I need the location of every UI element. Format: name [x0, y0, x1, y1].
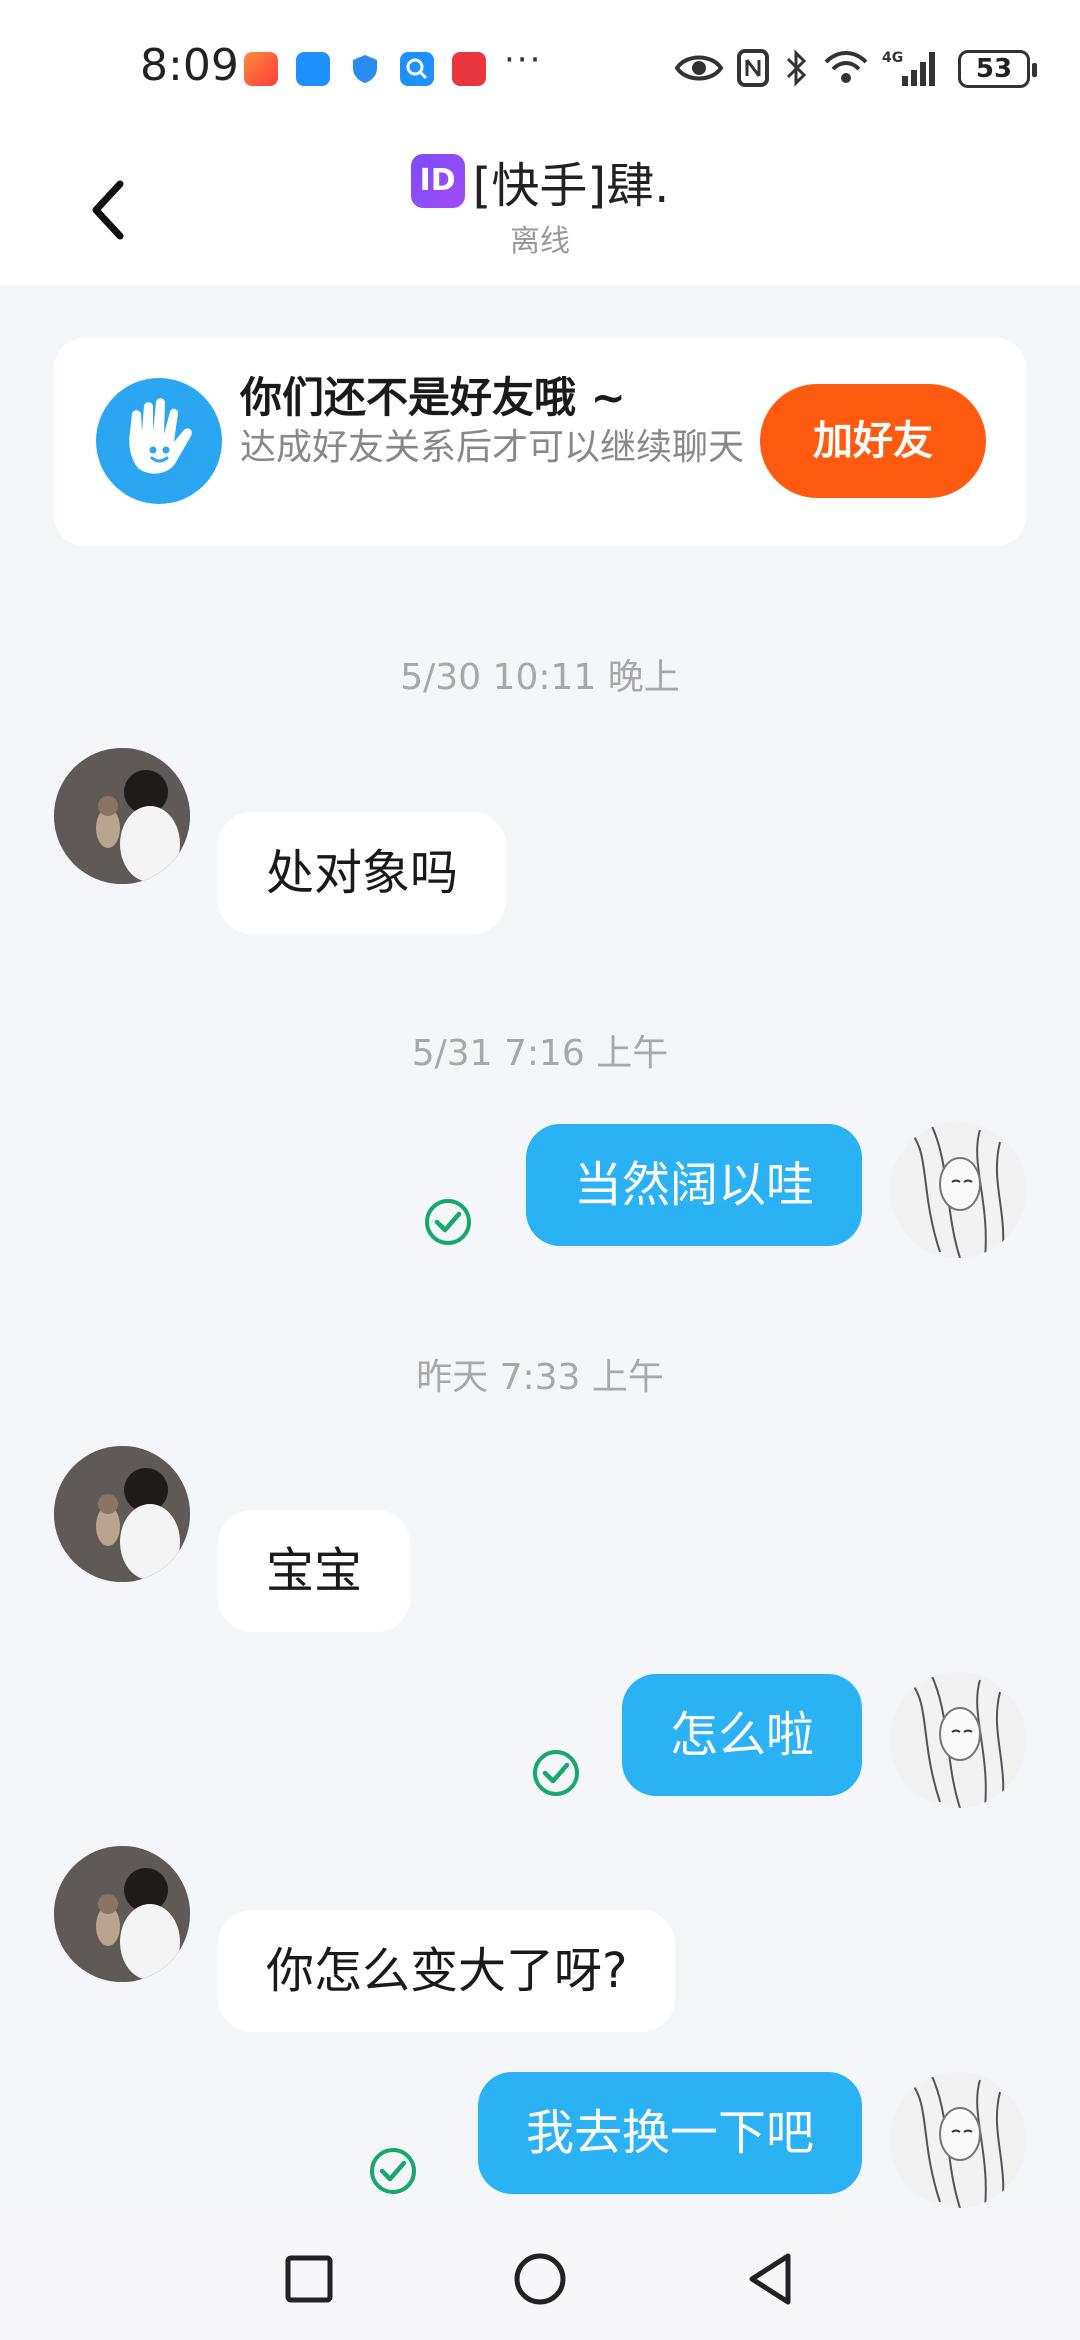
- outgoing-message-bubble[interactable]: 我去换一下吧: [477, 2072, 862, 2194]
- status-time: 8:09: [140, 40, 239, 91]
- incoming-message-bubble[interactable]: 你怎么变大了呀?: [218, 1910, 676, 2032]
- read-check-icon: [533, 1750, 579, 1796]
- chat-title[interactable]: ID [快手]肆.: [410, 146, 670, 216]
- message-timestamp: 5/31 7:16 上午: [411, 1033, 669, 1074]
- waving-hand-icon: [96, 378, 222, 504]
- read-check-icon: [425, 1199, 471, 1245]
- battery-icon: 53: [958, 50, 1037, 88]
- contact-avatar[interactable]: [54, 748, 190, 884]
- outgoing-message-bubble[interactable]: 当然阔以哇: [525, 1124, 862, 1246]
- contact-avatar[interactable]: [54, 1446, 190, 1582]
- chat-title-wrap: ID [快手]肆.: [0, 146, 1080, 216]
- back-triangle-icon[interactable]: [736, 2244, 806, 2314]
- chat-header: ID [快手]肆. 离线: [0, 130, 1080, 285]
- book-app-icon: [452, 52, 486, 86]
- 4g-signal-icon: 4G: [882, 50, 935, 86]
- home-circle-icon[interactable]: [505, 2244, 575, 2314]
- eye-icon: [674, 55, 724, 81]
- banner-title: 你们还不是好友哦 ~: [240, 373, 626, 422]
- more-notifications-indicator: ···: [504, 40, 543, 80]
- my-avatar[interactable]: [890, 1672, 1026, 1808]
- kuaishou-app-icon: [244, 52, 278, 86]
- friend-request-banner: 你们还不是好友哦 ~ 达成好友关系后才可以继续聊天 加好友: [54, 338, 1026, 546]
- message-timestamp: 5/30 10:11 晚上: [400, 657, 680, 698]
- id-badge-icon: ID: [410, 154, 465, 208]
- outgoing-message-bubble[interactable]: 怎么啦: [621, 1674, 862, 1796]
- svg-text:4G: 4G: [882, 50, 903, 66]
- online-status: 离线: [510, 224, 570, 259]
- incoming-message-bubble[interactable]: 宝宝: [218, 1510, 411, 1632]
- nfc-icon: [737, 49, 769, 87]
- search-app-icon: [400, 52, 434, 86]
- contact-avatar[interactable]: [54, 1846, 190, 1982]
- shield-app-icon: [348, 52, 382, 86]
- banner-description: 达成好友关系后才可以继续聊天: [240, 427, 745, 468]
- message-timestamp: 昨天 7:33 上午: [416, 1357, 664, 1398]
- recents-square-icon[interactable]: [274, 2244, 344, 2314]
- status-bar: 8:09 ··· 4G 53: [0, 0, 1080, 130]
- system-nav-bar: [0, 2214, 1080, 2340]
- bluetooth-icon: [786, 49, 807, 87]
- message-app-icon: [296, 52, 330, 86]
- chat-title-text: [快手]肆.: [472, 158, 670, 214]
- my-avatar[interactable]: [890, 2072, 1026, 2208]
- add-friend-button[interactable]: 加好友: [760, 384, 986, 498]
- read-check-icon: [370, 2148, 416, 2194]
- incoming-message-bubble[interactable]: 处对象吗: [218, 812, 507, 934]
- my-avatar[interactable]: [890, 1122, 1026, 1258]
- wifi-icon: [824, 51, 868, 83]
